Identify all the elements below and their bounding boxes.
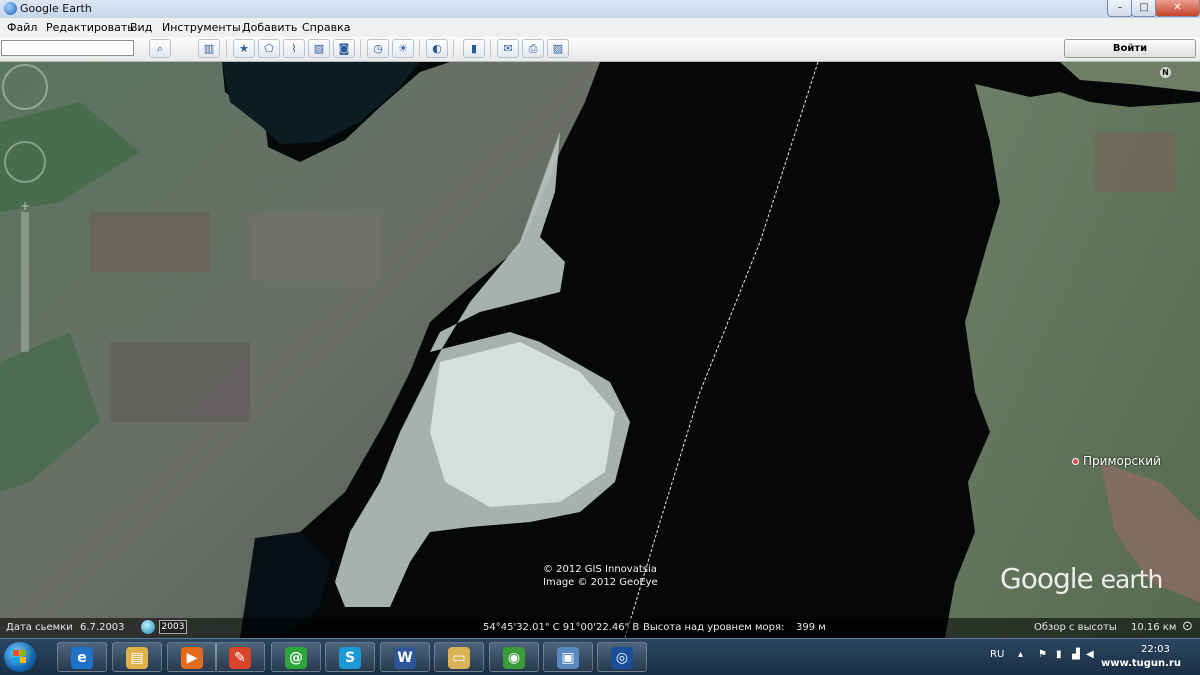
menu-add[interactable]: Добавить <box>242 21 297 34</box>
tray-expand-icon[interactable]: ▴ <box>1018 649 1023 660</box>
icq-icon: @ <box>285 647 307 669</box>
copyright-line-1: © 2012 GIS Innovatsia <box>543 564 657 575</box>
zoom-in-icon[interactable]: + <box>20 199 30 213</box>
explorer-icon: ▤ <box>126 647 148 669</box>
taskbar-paint[interactable]: ✎ <box>215 642 265 672</box>
taskbar-folder[interactable]: ▭ <box>434 642 484 672</box>
maximize-button[interactable]: □ <box>1131 0 1157 17</box>
media-player-icon: ▶ <box>181 647 203 669</box>
ruler-icon[interactable]: ▮ <box>463 39 485 58</box>
status-bar: Дата сьемки 6.7.2003 2003 54°45'32.01" С… <box>0 618 1200 638</box>
path-icon[interactable]: ⌇ <box>283 39 305 58</box>
volume-icon[interactable]: ◀ <box>1086 649 1094 660</box>
windows-logo-icon <box>13 650 26 663</box>
field-patch <box>1095 132 1175 192</box>
search-icon[interactable]: ⌕ <box>149 39 171 58</box>
network-icon[interactable]: ▟ <box>1072 649 1080 660</box>
taskbar: e ▤ ▶ ✎ @ S W ▭ ◉ ▣ ◎ RU ▴ ⚑ ▮ ▟ ◀ 22:03 <box>0 638 1200 675</box>
copyright-notice: © 2012 GIS Innovatsia Image © 2012 GeoEy… <box>543 564 658 590</box>
google-earth-icon: ◎ <box>611 647 633 669</box>
menu-view[interactable]: Вид <box>130 21 152 34</box>
menu-help[interactable]: Справка <box>302 21 350 34</box>
taskbar-icq[interactable]: @ <box>271 642 321 672</box>
copyright-line-2: Image © 2012 GeoEye <box>543 577 658 588</box>
image-viewer-icon: ▣ <box>557 647 579 669</box>
eye-altitude-label: Обзор с высоты <box>1034 622 1117 633</box>
menu-edit[interactable]: Редактировать <box>46 21 134 34</box>
satellite-imagery <box>0 62 1200 638</box>
map-view[interactable]: N + © 2012 GIS Innovatsia Image © 2012 G… <box>0 62 1200 638</box>
north-indicator[interactable]: N <box>1160 67 1171 78</box>
email-icon[interactable]: ✉ <box>497 39 519 58</box>
taskbar-chrome[interactable]: ◉ <box>489 642 539 672</box>
elevation-value: 399 м <box>796 622 826 633</box>
start-button[interactable] <box>4 642 36 672</box>
taskbar-ie[interactable]: e <box>57 642 107 672</box>
sunlight-icon[interactable]: ☀ <box>392 39 414 58</box>
minimize-button[interactable]: – <box>1107 0 1133 17</box>
folder-icon: ▭ <box>448 647 470 669</box>
watermark-text: www.tugun.ru <box>1101 658 1182 669</box>
google-earth-logo: Google earth <box>1000 562 1164 595</box>
place-marker-icon[interactable] <box>1072 458 1079 465</box>
eye-altitude-value: 10.16 км <box>1131 622 1177 633</box>
sidebar-icon[interactable]: ▥ <box>198 39 220 58</box>
imagery-year[interactable]: 2003 <box>159 620 187 634</box>
place-label-primorsky[interactable]: Приморский <box>1083 454 1161 468</box>
title-bar: Google Earth – □ ✕ <box>0 0 1200 19</box>
coordinates-readout: 54°45'32.01" С 91°00'22.46" В <box>483 622 640 633</box>
imagery-date-value: 6.7.2003 <box>80 622 125 633</box>
battery-icon[interactable]: ▮ <box>1056 649 1062 660</box>
toolbar-divider <box>360 39 362 58</box>
word-icon: W <box>394 647 416 669</box>
paint-icon: ✎ <box>229 647 251 669</box>
taskbar-word[interactable]: W <box>380 642 430 672</box>
navigation-controls[interactable]: + <box>0 62 50 362</box>
search-input[interactable] <box>1 40 134 56</box>
historical-imagery-icon[interactable]: ◷ <box>367 39 389 58</box>
window-title: Google Earth <box>20 2 92 15</box>
flag-icon[interactable]: ⚑ <box>1038 649 1047 660</box>
menu-file[interactable]: Файл <box>7 21 37 34</box>
taskbar-media-player[interactable]: ▶ <box>167 642 217 672</box>
ie-icon: e <box>71 647 93 669</box>
move-joystick[interactable] <box>4 141 46 183</box>
skype-icon: S <box>339 647 361 669</box>
planets-icon[interactable]: ◐ <box>426 39 448 58</box>
look-joystick[interactable] <box>2 64 48 110</box>
taskbar-image-viewer[interactable]: ▣ <box>543 642 593 672</box>
save-image-icon[interactable]: ▨ <box>547 39 569 58</box>
google-earth-icon <box>4 2 17 15</box>
polygon-icon[interactable]: ⬠ <box>258 39 280 58</box>
toolbar-divider <box>490 39 492 58</box>
image-overlay-icon[interactable]: ▧ <box>308 39 330 58</box>
record-tour-icon[interactable]: ◙ <box>333 39 355 58</box>
logo-sub: earth <box>1100 565 1164 594</box>
taskbar-google-earth[interactable]: ◎ <box>597 642 647 672</box>
elevation-label: Высота над уровнем моря: <box>643 622 785 633</box>
imagery-date-label: Дата сьемки <box>6 622 73 633</box>
zoom-slider[interactable] <box>21 212 29 352</box>
close-button[interactable]: ✕ <box>1155 0 1200 17</box>
field-patch <box>90 212 210 272</box>
toolbar-divider <box>419 39 421 58</box>
logo-main: Google <box>1000 562 1094 595</box>
placemark-icon[interactable]: ★ <box>233 39 255 58</box>
toolbar-divider <box>226 39 228 58</box>
menu-tools[interactable]: Инструменты <box>162 21 241 34</box>
menu-bar: Файл Редактировать Вид Инструменты Добав… <box>0 18 1200 38</box>
chrome-icon: ◉ <box>503 647 525 669</box>
language-indicator[interactable]: RU <box>990 649 1004 660</box>
clock[interactable]: 22:03 <box>1141 644 1170 655</box>
field-patch <box>250 212 380 282</box>
compass-icon[interactable]: ⊙ <box>1182 619 1193 634</box>
print-icon[interactable]: ⎙ <box>522 39 544 58</box>
taskbar-explorer[interactable]: ▤ <box>112 642 162 672</box>
toolbar: ⌕ ▥ ★ ⬠ ⌇ ▧ ◙ ◷ ☀ ◐ ▮ ✉ ⎙ ▨ Войти <box>0 37 1200 62</box>
field-patch <box>110 342 250 422</box>
historical-imagery-icon[interactable] <box>141 620 155 634</box>
taskbar-skype[interactable]: S <box>325 642 375 672</box>
login-button[interactable]: Войти <box>1064 39 1196 58</box>
toolbar-divider <box>453 39 455 58</box>
